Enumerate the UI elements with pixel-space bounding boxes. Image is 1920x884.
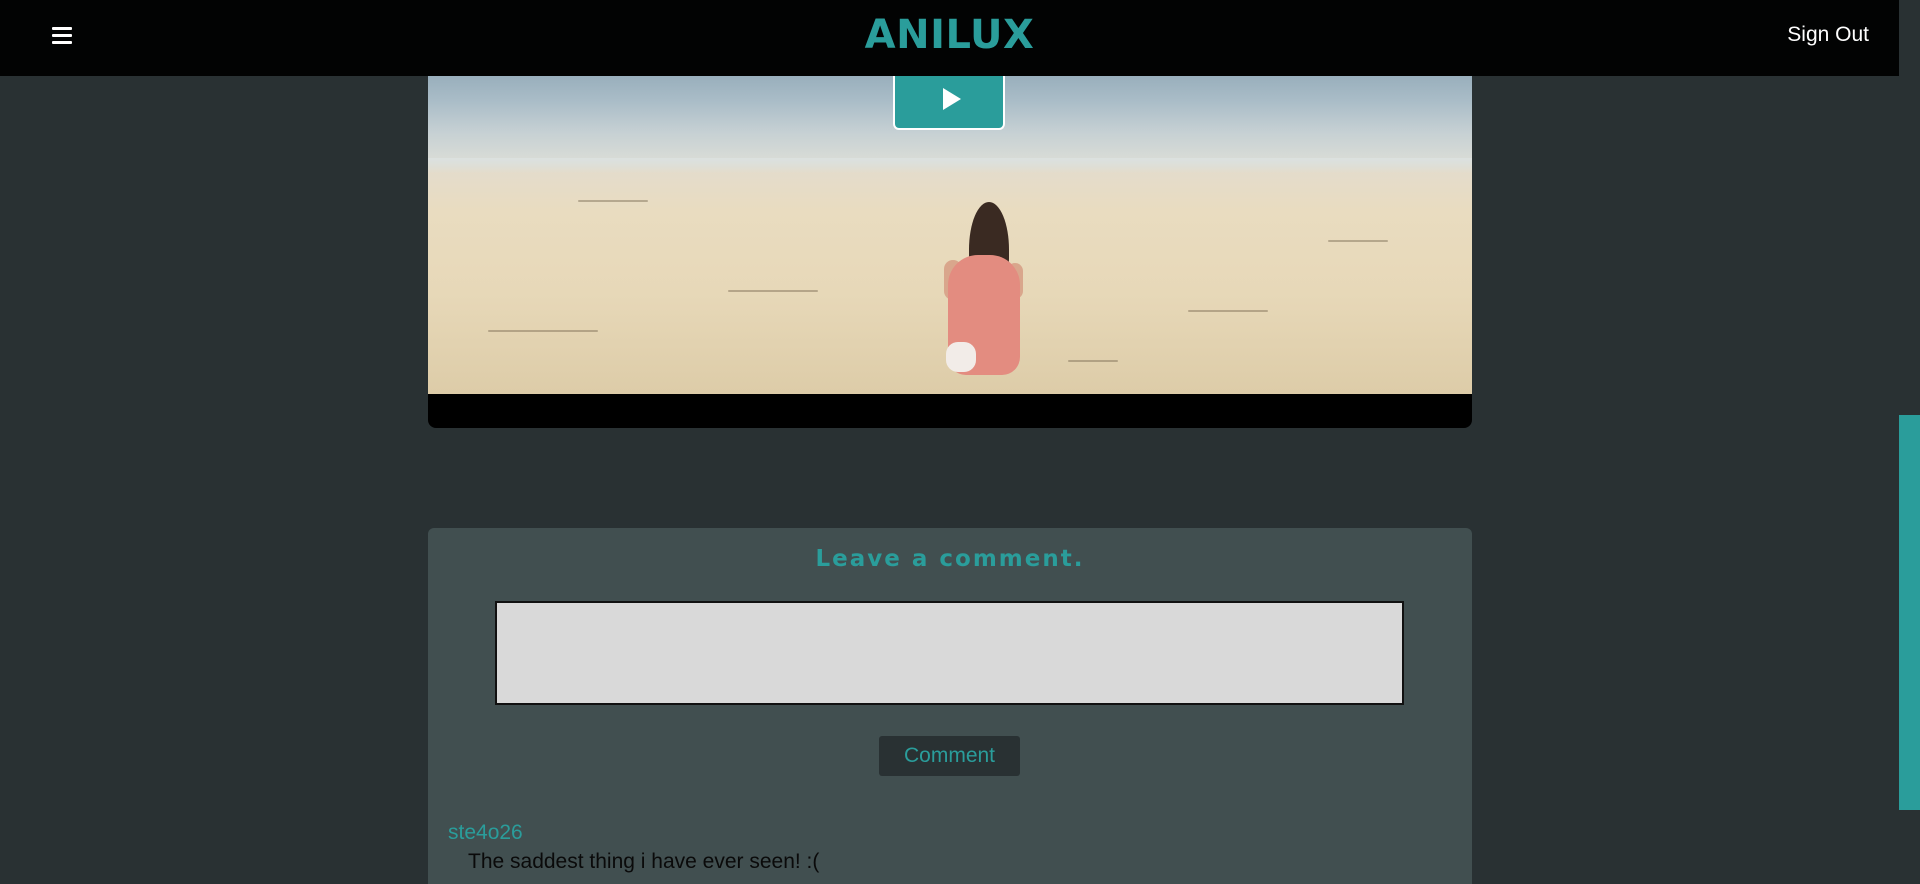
scrollbar-thumb[interactable] xyxy=(1899,415,1920,810)
comment-author[interactable]: ste4o26 xyxy=(448,821,523,845)
comments-title: Leave a comment. xyxy=(815,546,1085,572)
page-scrollbar[interactable] xyxy=(1899,0,1920,884)
top-navbar: ANILUX Sign Out xyxy=(0,0,1899,76)
sign-out-link[interactable]: Sign Out xyxy=(1787,23,1869,47)
comment-input[interactable] xyxy=(495,601,1404,705)
page: ANILUX Sign Out Leave a comment. Comment… xyxy=(0,0,1920,884)
comments-card: Leave a comment. Comment ste4o26 The sad… xyxy=(428,528,1472,884)
site-logo[interactable]: ANILUX xyxy=(0,12,1899,58)
video-player[interactable] xyxy=(428,60,1472,428)
play-button[interactable] xyxy=(893,70,1005,130)
comment-submit-button[interactable]: Comment xyxy=(879,736,1020,776)
play-icon xyxy=(943,88,961,110)
comment-text: The saddest thing i have ever seen! :( xyxy=(468,850,820,873)
